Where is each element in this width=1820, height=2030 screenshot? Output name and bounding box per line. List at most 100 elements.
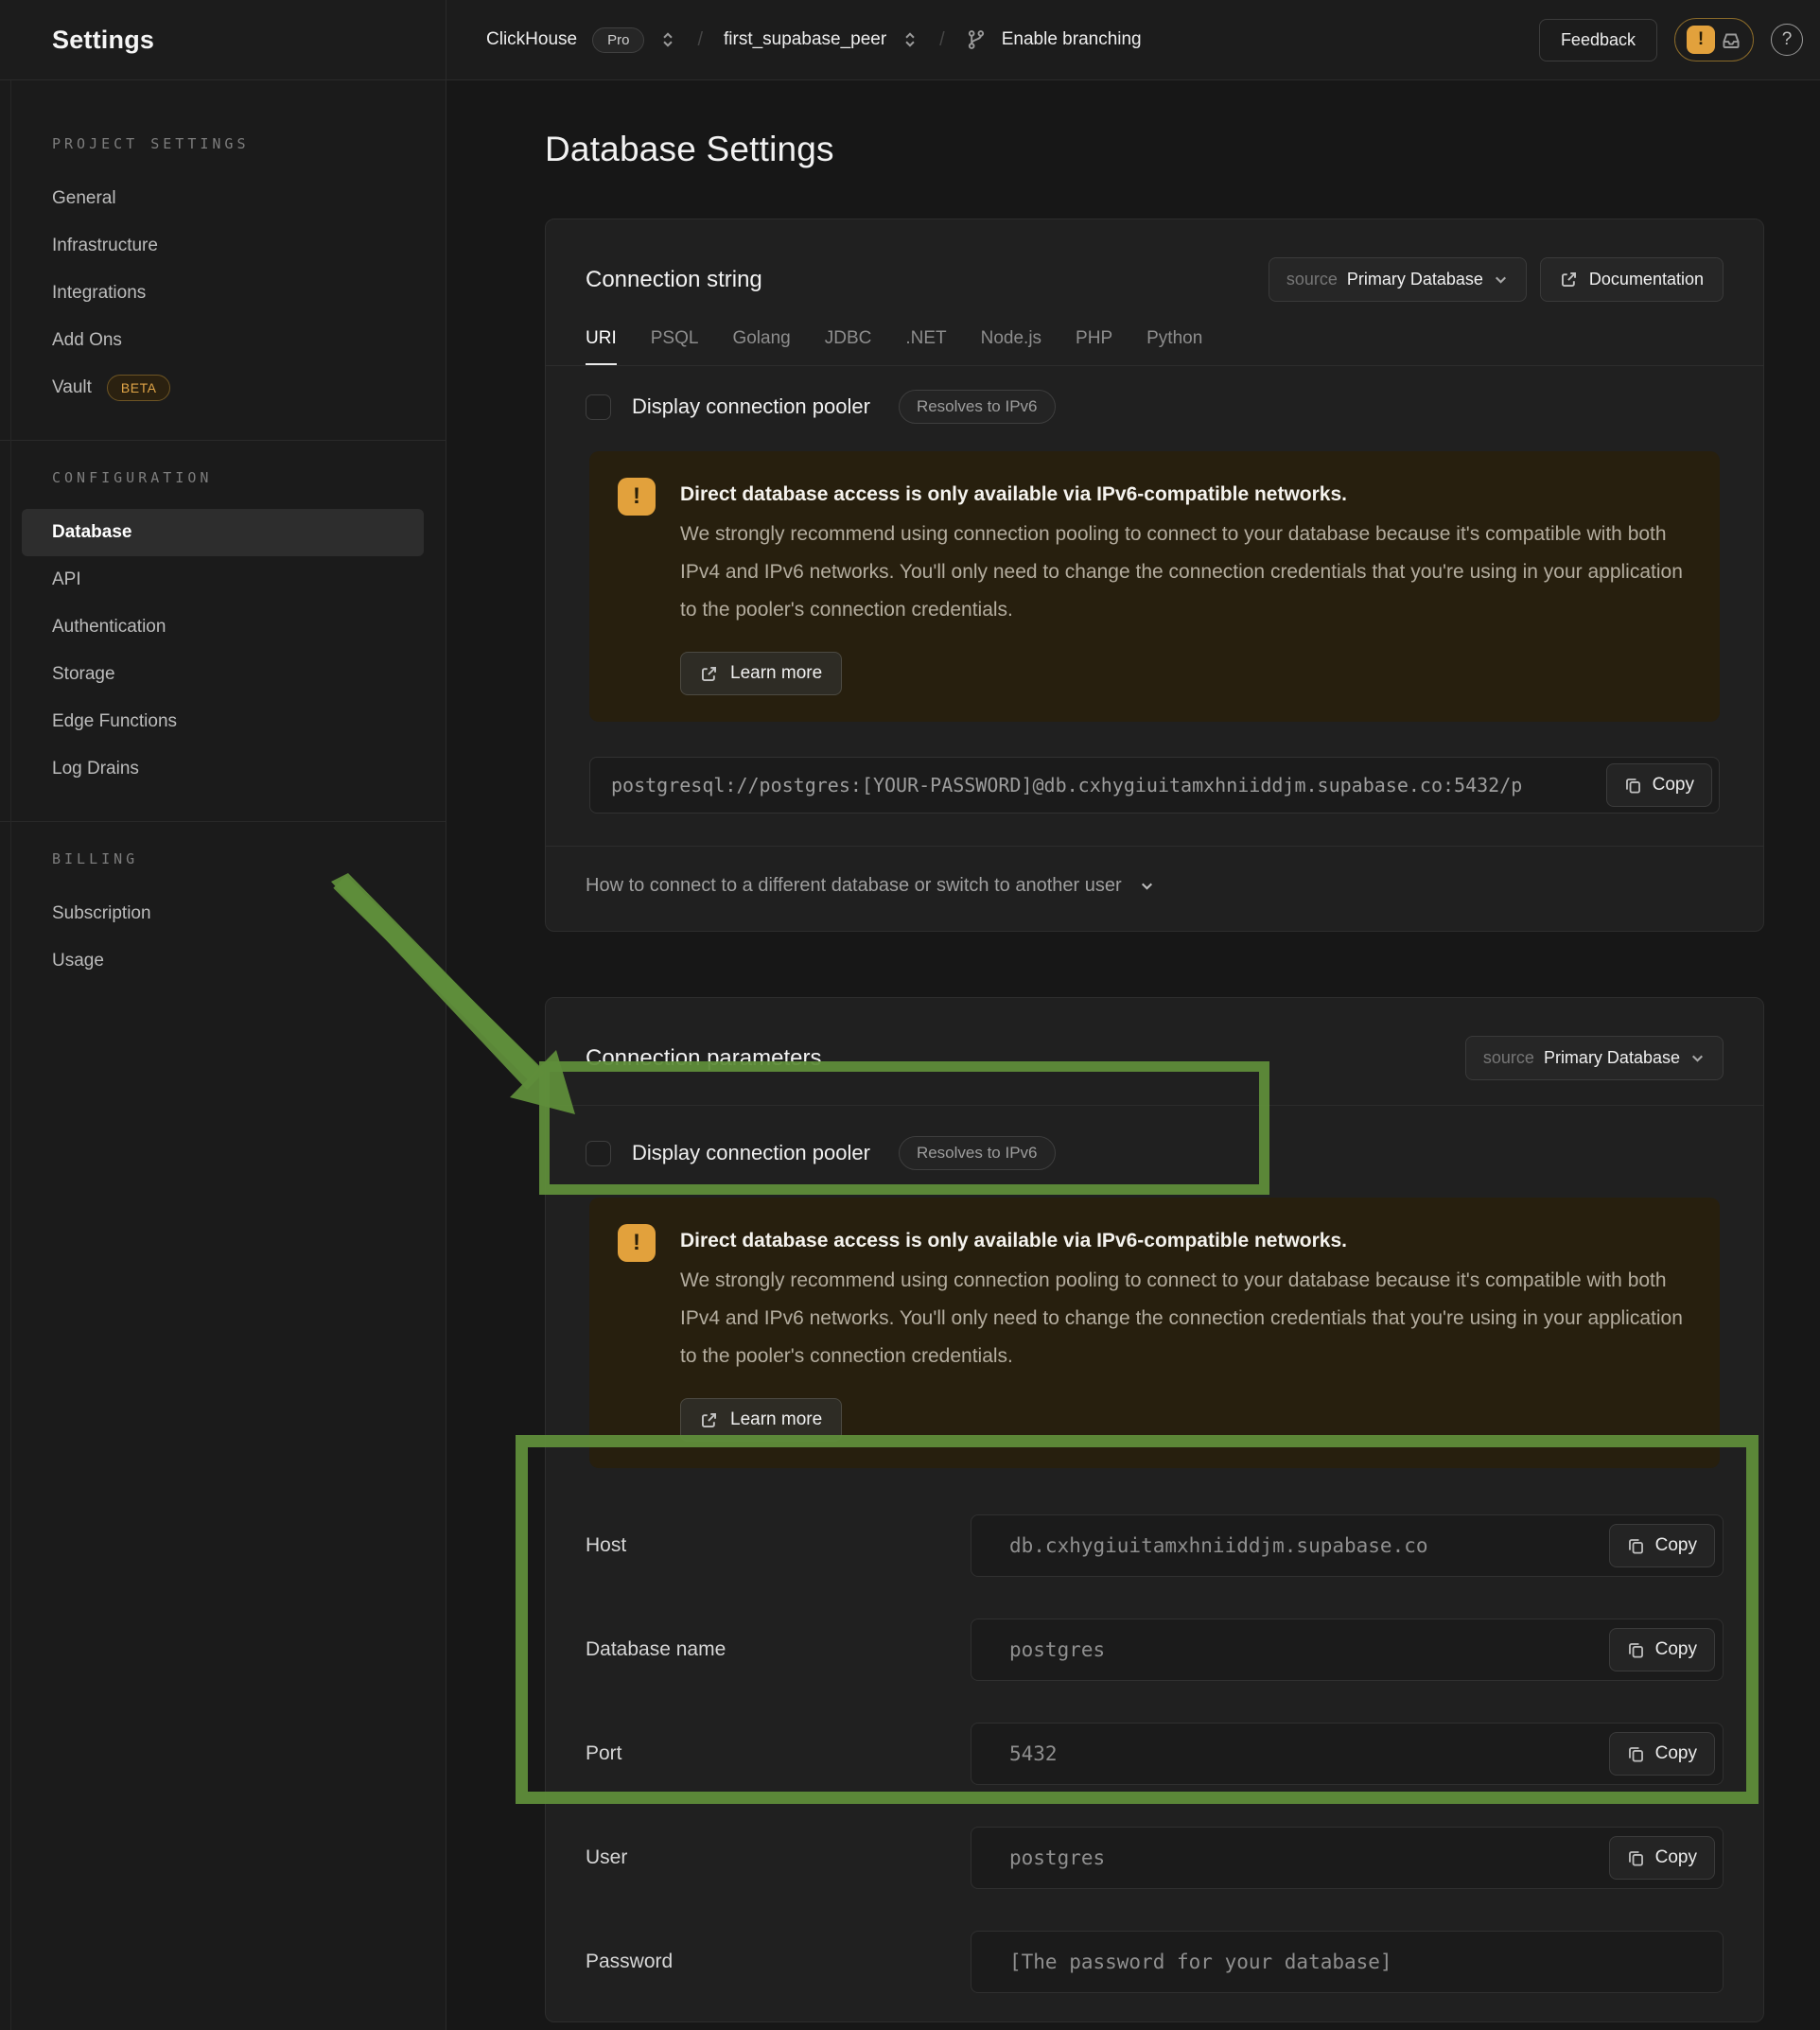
- card-title: Connection parameters: [586, 1045, 821, 1072]
- source-value: Primary Database: [1347, 270, 1483, 289]
- sidebar-item-infrastructure[interactable]: Infrastructure: [22, 222, 424, 270]
- sidebar-item-label: Add Ons: [52, 330, 122, 351]
- chevron-down-icon: [1493, 271, 1509, 288]
- notice-body: We strongly recommend using connection p…: [680, 516, 1688, 629]
- feedback-button[interactable]: Feedback: [1539, 19, 1657, 61]
- org-name[interactable]: ClickHouse: [486, 29, 577, 50]
- copy-icon: [1627, 1745, 1645, 1763]
- settings-sidebar: PROJECT SETTINGS General Infrastructure …: [0, 80, 446, 2030]
- help-button[interactable]: ?: [1771, 24, 1803, 56]
- ipv6-warning-notice: ! Direct database access is only availab…: [589, 1198, 1720, 1468]
- sidebar-item-label: Vault: [52, 377, 92, 398]
- sidebar-divider: [0, 440, 446, 441]
- copy-label: Copy: [1655, 1847, 1697, 1868]
- pooler-label: Display connection pooler: [632, 1141, 870, 1165]
- tab-dotnet[interactable]: .NET: [905, 328, 946, 365]
- beta-badge: BETA: [107, 375, 171, 401]
- org-switcher-icon[interactable]: [659, 31, 676, 48]
- sidebar-item-database[interactable]: Database: [22, 509, 424, 556]
- warning-icon: !: [618, 478, 656, 516]
- tab-jdbc[interactable]: JDBC: [825, 328, 872, 365]
- documentation-button[interactable]: Documentation: [1540, 257, 1724, 302]
- copy-port-button[interactable]: Copy: [1609, 1732, 1715, 1776]
- header-left: Settings: [0, 0, 446, 79]
- sidebar-item-authentication[interactable]: Authentication: [22, 604, 424, 651]
- pooler-label: Display connection pooler: [632, 394, 870, 419]
- project-name[interactable]: first_supabase_peer: [724, 29, 886, 50]
- sidebar-item-edge-functions[interactable]: Edge Functions: [22, 698, 424, 745]
- pooler-toggle-row: Display connection pooler Resolves to IP…: [546, 1106, 1763, 1194]
- connection-parameters-header: Connection parameters source Primary Dat…: [546, 998, 1763, 1106]
- sidebar-item-general[interactable]: General: [22, 175, 424, 222]
- copy-label: Copy: [1655, 1535, 1697, 1556]
- learn-more-label: Learn more: [730, 1409, 822, 1430]
- sidebar-item-label: Infrastructure: [52, 236, 158, 256]
- user-input[interactable]: postgres Copy: [971, 1827, 1724, 1889]
- project-switcher-icon[interactable]: [901, 31, 919, 48]
- documentation-label: Documentation: [1589, 270, 1704, 289]
- page-title: Settings: [52, 26, 154, 55]
- notice-title: Direct database access is only available…: [680, 1230, 1688, 1252]
- warning-icon: !: [618, 1224, 656, 1262]
- sidebar-item-label: General: [52, 188, 116, 209]
- copy-database-name-button[interactable]: Copy: [1609, 1628, 1715, 1671]
- source-select[interactable]: source Primary Database: [1269, 257, 1527, 302]
- sidebar-item-subscription[interactable]: Subscription: [22, 890, 424, 937]
- sidebar-item-integrations[interactable]: Integrations: [22, 270, 424, 317]
- tab-uri[interactable]: URI: [586, 328, 617, 365]
- field-label: Database name: [586, 1638, 971, 1661]
- sidebar-item-log-drains[interactable]: Log Drains: [22, 745, 424, 793]
- tab-golang[interactable]: Golang: [732, 328, 790, 365]
- sidebar-item-add-ons[interactable]: Add Ons: [22, 317, 424, 364]
- sidebar-item-label: API: [52, 569, 81, 590]
- field-label: Host: [586, 1534, 971, 1557]
- copy-user-button[interactable]: Copy: [1609, 1836, 1715, 1880]
- section-title: PROJECT SETTINGS: [22, 135, 424, 152]
- copy-uri-button[interactable]: Copy: [1606, 763, 1712, 807]
- field-placeholder: [The password for your database]: [1009, 1951, 1392, 1973]
- field-value: postgres: [1009, 1638, 1105, 1661]
- notice-body: We strongly recommend using connection p…: [680, 1262, 1688, 1375]
- pooler-toggle-row: Display connection pooler Resolves to IP…: [546, 366, 1763, 447]
- plan-badge: Pro: [592, 27, 644, 53]
- sidebar-item-label: Authentication: [52, 617, 166, 638]
- sidebar-item-vault[interactable]: Vault BETA: [22, 364, 424, 411]
- connect-help-expander[interactable]: How to connect to a different database o…: [546, 846, 1763, 931]
- database-name-input[interactable]: postgres Copy: [971, 1619, 1724, 1681]
- port-input[interactable]: 5432 Copy: [971, 1723, 1724, 1785]
- enable-branching-button[interactable]: Enable branching: [1002, 29, 1142, 50]
- learn-more-label: Learn more: [730, 663, 822, 684]
- sidebar-item-usage[interactable]: Usage: [22, 937, 424, 985]
- database-name-field-row: Database name postgres Copy: [586, 1619, 1724, 1681]
- copy-icon: [1627, 1849, 1645, 1867]
- tab-python[interactable]: Python: [1146, 328, 1202, 365]
- learn-more-button[interactable]: Learn more: [680, 1398, 842, 1442]
- field-label: Port: [586, 1742, 971, 1765]
- connection-uri-field[interactable]: postgresql://postgres:[YOUR-PASSWORD]@db…: [589, 757, 1720, 814]
- display-connection-pooler-checkbox[interactable]: [586, 1141, 611, 1166]
- learn-more-button[interactable]: Learn more: [680, 652, 842, 695]
- field-value: db.cxhygiuitamxhniiddjm.supabase.co: [1009, 1534, 1428, 1557]
- password-field-row: Password [The password for your database…: [586, 1931, 1724, 1993]
- sidebar-item-api[interactable]: API: [22, 556, 424, 604]
- password-input[interactable]: [The password for your database]: [971, 1931, 1724, 1993]
- section-title: BILLING: [22, 850, 424, 867]
- sidebar-item-storage[interactable]: Storage: [22, 651, 424, 698]
- alert-badge-icon: !: [1687, 26, 1715, 54]
- expander-label: How to connect to a different database o…: [586, 875, 1122, 897]
- tab-nodejs[interactable]: Node.js: [981, 328, 1041, 365]
- connection-string-header: Connection string source Primary Databas…: [546, 219, 1763, 302]
- host-input[interactable]: db.cxhygiuitamxhniiddjm.supabase.co Copy: [971, 1514, 1724, 1577]
- chevron-down-icon: [1139, 878, 1155, 894]
- source-select[interactable]: source Primary Database: [1465, 1036, 1724, 1080]
- sidebar-section-billing: BILLING Subscription Usage: [0, 850, 446, 985]
- tab-psql[interactable]: PSQL: [651, 328, 699, 365]
- notifications-button[interactable]: !: [1674, 18, 1754, 61]
- tab-php[interactable]: PHP: [1076, 328, 1112, 365]
- inbox-icon: [1721, 29, 1741, 50]
- header-actions: Feedback ! ?: [1539, 18, 1820, 61]
- display-connection-pooler-checkbox[interactable]: [586, 394, 611, 420]
- copy-host-button[interactable]: Copy: [1609, 1524, 1715, 1567]
- card-title: Connection string: [586, 267, 762, 293]
- ipv6-warning-notice: ! Direct database access is only availab…: [589, 451, 1720, 722]
